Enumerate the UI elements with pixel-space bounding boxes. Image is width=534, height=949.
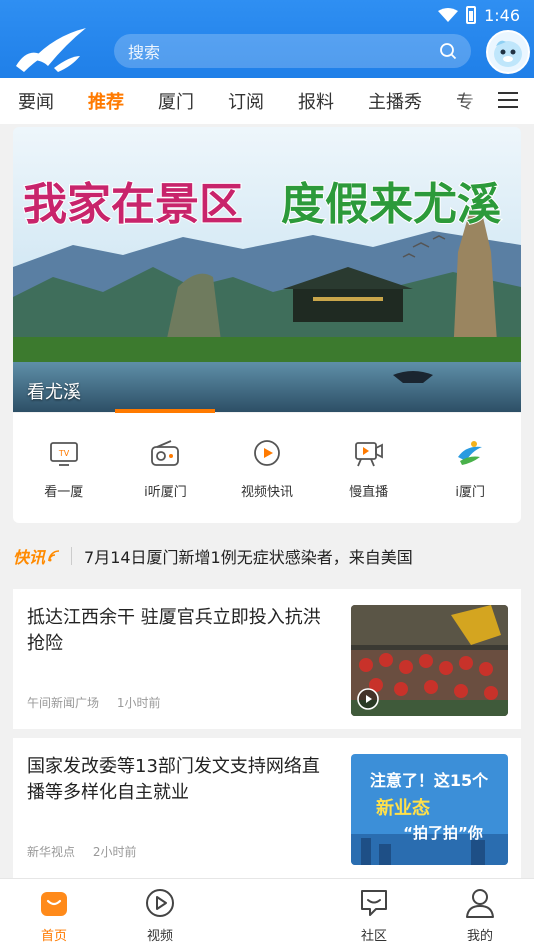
- profile-icon: [466, 889, 494, 918]
- banner-carousel[interactable]: 我家在景区 度假来尤溪 看尤溪: [13, 127, 521, 412]
- banner-image: 我家在景区 度假来尤溪: [13, 127, 521, 412]
- user-avatar[interactable]: [486, 30, 530, 74]
- quick-item-shipinkuaixun[interactable]: 视频快讯: [216, 413, 318, 523]
- mascot-icon: [494, 40, 522, 67]
- quick-label: i厦门: [455, 485, 485, 500]
- quick-label: i听厦门: [144, 485, 187, 500]
- nav-profile[interactable]: 我的: [450, 887, 510, 944]
- thumb-line2: 新业态: [376, 797, 430, 819]
- app-logo[interactable]: [14, 26, 88, 74]
- quick-item-ixiamen[interactable]: i厦门: [419, 413, 521, 523]
- bottom-navigation: 首页 视频 社区 我的: [0, 878, 534, 949]
- nav-home[interactable]: 首页: [24, 887, 84, 944]
- battery-icon: [466, 6, 477, 24]
- news-card[interactable]: 国家发改委等13部门发文支持网络直播等多样化自主就业 新华视点 2小时前 注意了…: [13, 738, 521, 878]
- search-icon[interactable]: [439, 42, 457, 60]
- home-icon: [41, 892, 67, 916]
- tab-xiamen[interactable]: 厦门: [158, 88, 194, 114]
- nav-label: 社区: [360, 929, 387, 944]
- news-thumbnail: [351, 605, 508, 716]
- nav-label: 首页: [40, 929, 67, 944]
- quick-label: 视频快讯: [240, 485, 293, 500]
- quick-entries: TV 看一厦 i听厦门 视频快讯 慢直播 i厦门: [13, 413, 521, 523]
- tab-yaowen[interactable]: 要闻: [18, 88, 54, 114]
- news-source: 新华视点: [27, 845, 76, 859]
- banner-headline-left: 我家在景区: [23, 179, 243, 230]
- flash-news-bar[interactable]: 快讯 7月14日厦门新增1例无症状感染者，来自美国: [0, 533, 534, 579]
- community-icon: [361, 890, 387, 916]
- quick-label: 看一厦: [44, 485, 84, 500]
- broadcast-icon: [48, 550, 60, 562]
- news-title: 抵达江西余干 驻厦官兵立即投入抗洪抢险: [27, 607, 321, 654]
- radio-icon: [151, 440, 180, 466]
- nav-label: 视频: [146, 929, 173, 944]
- ixiamen-logo-icon: [458, 441, 483, 465]
- news-title: 国家发改委等13部门发文支持网络直播等多样化自主就业: [27, 756, 320, 803]
- news-time: 2小时前: [92, 845, 137, 859]
- quick-item-itingxiamen[interactable]: i听厦门: [115, 413, 217, 523]
- news-meta: 午间新闻广场 1小时前: [27, 694, 174, 711]
- news-meta: 新华视点 2小时前: [27, 843, 150, 860]
- banner-headline-right: 度假来尤溪: [281, 179, 502, 230]
- quick-item-kanyixia[interactable]: TV 看一厦: [13, 413, 115, 523]
- tab-baoliao[interactable]: 报料: [298, 88, 334, 114]
- nav-label: 我的: [466, 929, 493, 944]
- nav-video[interactable]: 视频: [130, 887, 190, 944]
- quick-item-manzhibo[interactable]: 慢直播: [318, 413, 420, 523]
- search-placeholder: 搜索: [128, 43, 161, 62]
- live-stream-icon: [354, 442, 383, 467]
- news-card[interactable]: 抵达江西余干 驻厦官兵立即投入抗洪抢险 午间新闻广场 1小时前: [13, 589, 521, 729]
- tv-icon: TV: [49, 442, 78, 466]
- nav-community[interactable]: 社区: [344, 887, 404, 944]
- play-icon: [357, 688, 379, 710]
- flash-news-badge: 快讯: [13, 548, 46, 567]
- video-icon: [146, 889, 174, 917]
- video-flash-icon: [254, 440, 280, 466]
- channel-menu-icon[interactable]: [498, 91, 518, 109]
- status-bar: 1:46: [438, 4, 520, 26]
- app-header: 1:46 搜索: [0, 0, 534, 78]
- flash-news-text: 7月14日厦门新增1例无症状感染者，来自美国: [84, 548, 413, 567]
- news-thumbnail: 注意了！这15个 新业态 “拍了拍”你: [351, 754, 508, 865]
- new-economy-graphic: 注意了！这15个 新业态 “拍了拍”你: [351, 754, 508, 865]
- thumb-line3: “拍了拍”你: [403, 824, 483, 842]
- tab-tuijian[interactable]: 推荐: [88, 88, 124, 114]
- quick-label: 慢直播: [349, 485, 389, 500]
- tab-zhuboxiu[interactable]: 主播秀: [368, 88, 422, 114]
- svg-text:TV: TV: [58, 449, 70, 458]
- flash-divider: [71, 547, 73, 565]
- thumb-line1: 注意了！这15个: [370, 771, 489, 790]
- banner-caption: 看尤溪: [27, 382, 81, 403]
- tab-dingyue[interactable]: 订阅: [228, 88, 264, 114]
- wifi-icon: [438, 8, 459, 22]
- status-time: 1:46: [484, 5, 520, 25]
- tabs-fade: [460, 78, 490, 124]
- search-input[interactable]: 搜索: [114, 34, 471, 68]
- news-time: 1小时前: [116, 696, 161, 710]
- channel-tabs: 要闻 推荐 厦门 订阅 报料 主播秀 专: [0, 78, 534, 124]
- news-source: 午间新闻广场: [27, 696, 100, 710]
